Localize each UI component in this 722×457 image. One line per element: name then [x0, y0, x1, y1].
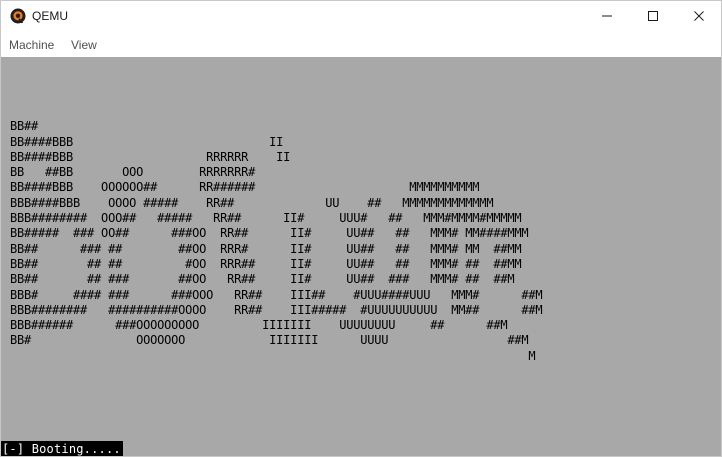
menu-bar: Machine View [1, 33, 721, 56]
title-bar[interactable]: QEMU [1, 1, 721, 33]
menu-machine[interactable]: Machine [9, 38, 54, 52]
minimize-button[interactable] [584, 1, 630, 31]
maximize-icon [648, 11, 658, 21]
close-button[interactable] [676, 1, 721, 31]
qemu-window: QEMU Machine View BB## BB####BBB II BB##… [0, 0, 722, 457]
qemu-logo-icon [10, 8, 26, 24]
ascii-line: BBB###### ###OOOOOOOOO IIIIIII UUUUUUUU … [10, 318, 508, 333]
ascii-line: BBB######## OOO## ##### RR## II# UUU# ##… [10, 211, 522, 226]
ascii-line: M [10, 348, 536, 363]
ascii-line: BB## [10, 119, 39, 134]
ascii-line: BB## ## ### ##OO RR## II# UU## ### MMM# … [10, 272, 515, 287]
ascii-line: BB####BBB II [10, 134, 284, 149]
menu-view[interactable]: View [71, 38, 97, 52]
boot-ascii-art: BB## BB####BBB II BB####BBB RRRRRR II BB… [10, 104, 543, 364]
ascii-line: BB####BBB RRRRRR II [10, 149, 291, 164]
ascii-line: BB## ## ## #OO RRR## II# UU## ## MMM# ##… [10, 256, 522, 271]
boot-status-line: [-] Booting..... [1, 441, 123, 456]
ascii-line: BB ##BB OOO RRRRRRR# [10, 165, 256, 180]
ascii-line: BB# OOOOOOO IIIIIII UUUU ##M [10, 333, 529, 348]
ascii-line: BB####BBB OOOOOO## RR###### MMMMMMMMMM [10, 180, 480, 195]
ascii-line: BBB####BBB OOOO ##### RR## UU ## MMMMMMM… [10, 195, 494, 210]
maximize-button[interactable] [630, 1, 676, 31]
ascii-line: BB##### ### OO## ###OO RR## II# UU## ## … [10, 226, 529, 241]
minimize-icon [602, 15, 612, 17]
ascii-line: BBB######## ##########OOOO RR## III#####… [10, 302, 543, 317]
ascii-line: BBB# #### ### ###OOO RR## III## #UUU####… [10, 287, 543, 302]
close-icon [694, 11, 704, 21]
window-title: QEMU [32, 9, 68, 23]
vm-display[interactable]: BB## BB####BBB II BB####BBB RRRRRR II BB… [1, 57, 721, 456]
ascii-line: BB## ### ## ##OO RRR# II# UU## ## MMM# M… [10, 241, 522, 256]
